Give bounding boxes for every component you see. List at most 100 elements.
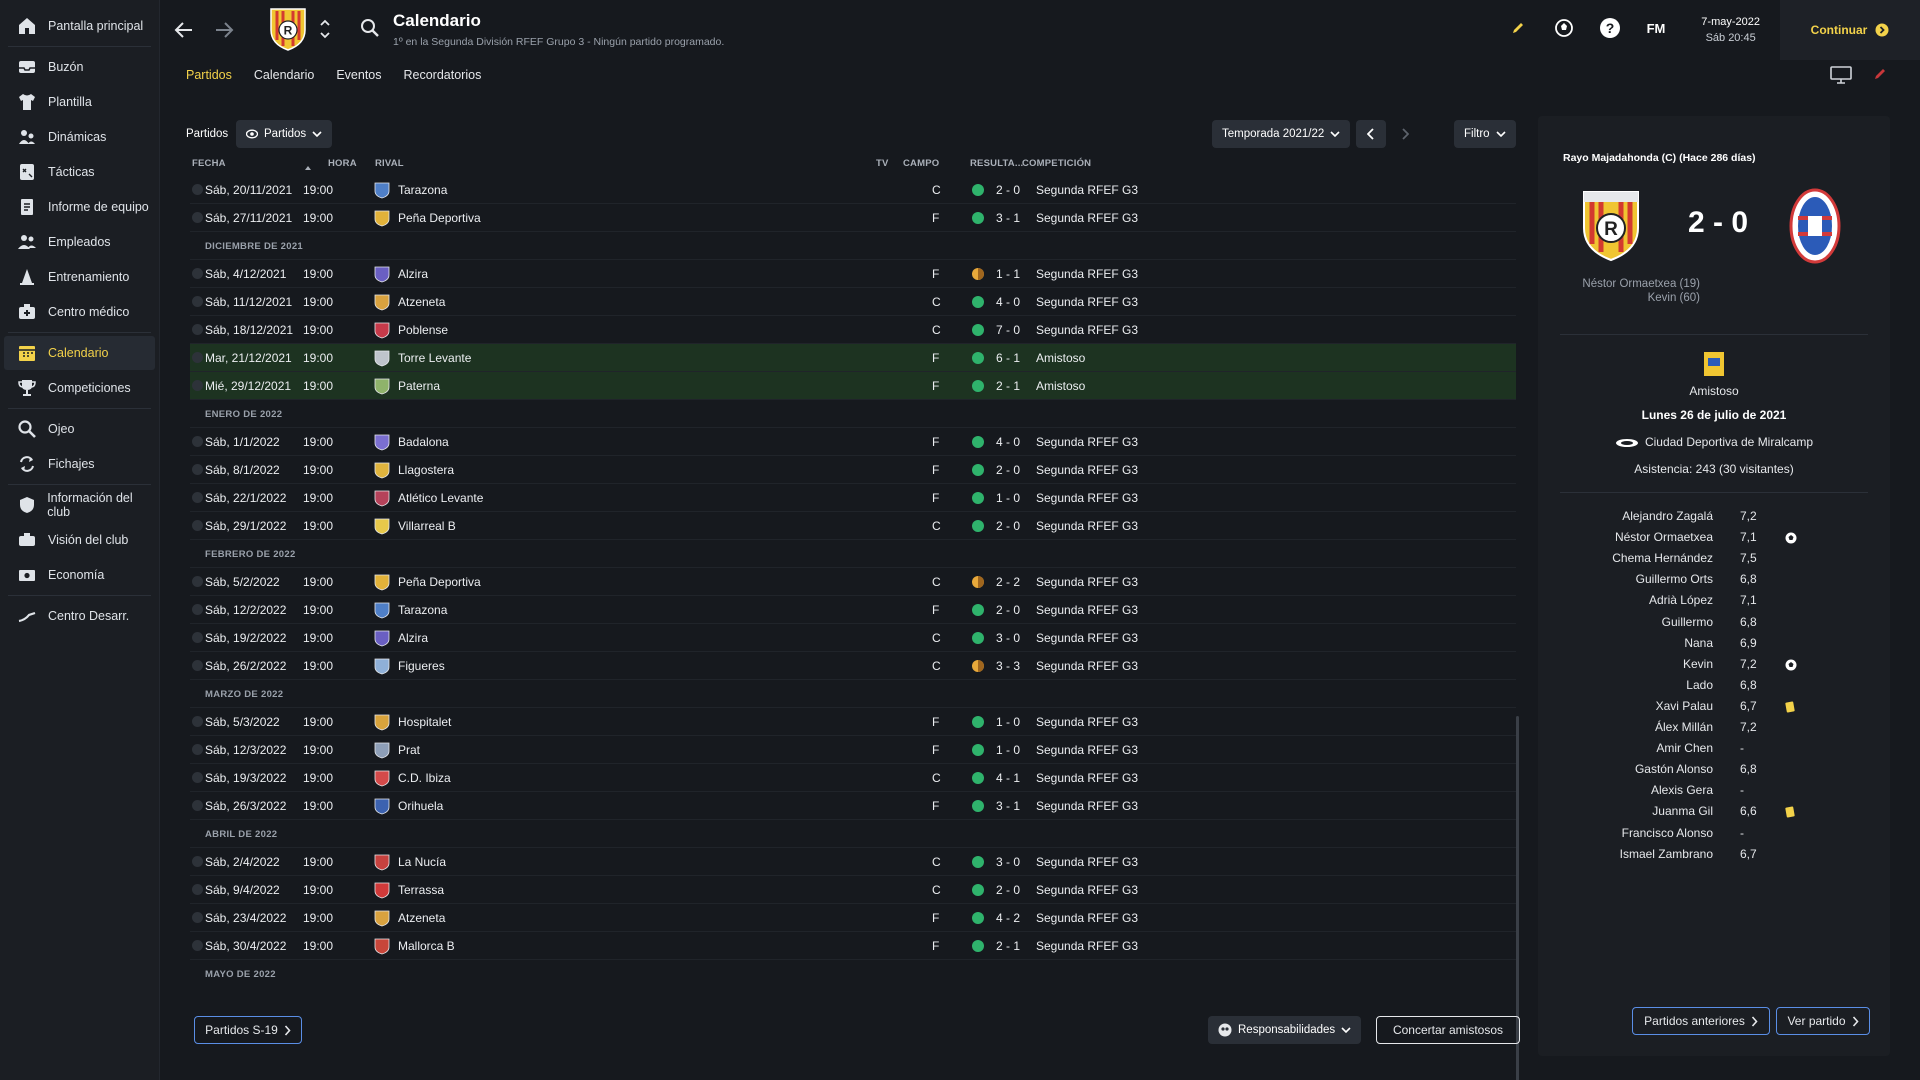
edit-pencil-icon[interactable] <box>1872 66 1888 85</box>
match-result[interactable]: 1 - 0 <box>996 484 1020 512</box>
match-result[interactable]: 2 - 1 <box>996 932 1020 960</box>
sidebar-item-centro-desarr-[interactable]: Centro Desarr. <box>4 599 155 633</box>
match-result[interactable]: 2 - 2 <box>996 568 1020 596</box>
sidebar-item-ojeo[interactable]: Ojeo <box>4 412 155 446</box>
match-competition[interactable]: Segunda RFEF G3 <box>1036 596 1138 624</box>
player-row[interactable]: Guillermo 6,8 <box>1538 615 1890 636</box>
match-result[interactable]: 1 - 1 <box>996 260 1020 288</box>
col-hora[interactable]: HORA <box>328 158 357 172</box>
match-competition[interactable]: Segunda RFEF G3 <box>1036 904 1138 932</box>
match-competition[interactable]: Segunda RFEF G3 <box>1036 876 1138 904</box>
table-row[interactable]: Sáb, 30/4/2022 19:00 Mallorca B F 2 - 1 Segun… <box>190 932 1516 960</box>
row-select-icon[interactable] <box>192 856 203 867</box>
row-select-icon[interactable] <box>192 352 203 363</box>
player-row[interactable]: Francisco Alonso - <box>1538 826 1890 847</box>
arrange-friendlies-button[interactable]: Concertar amistosos <box>1376 1016 1520 1044</box>
match-result[interactable]: 3 - 0 <box>996 624 1020 652</box>
rival-name[interactable]: Paterna <box>398 372 440 400</box>
sidebar-item-buzón[interactable]: Buzón <box>4 50 155 84</box>
match-competition[interactable]: Segunda RFEF G3 <box>1036 568 1138 596</box>
back-arrow-icon[interactable] <box>170 16 198 44</box>
table-row[interactable]: Sáb, 26/2/2022 19:00 Figueres C 3 - 3 Segunda… <box>190 652 1516 680</box>
row-select-icon[interactable] <box>192 800 203 811</box>
filter-button[interactable]: Filtro <box>1454 120 1516 148</box>
rival-name[interactable]: La Nucía <box>398 848 446 876</box>
match-result[interactable]: 2 - 0 <box>996 176 1020 204</box>
rival-name[interactable]: Llagostera <box>398 456 454 484</box>
rival-name[interactable]: Alzira <box>398 260 428 288</box>
match-competition[interactable]: Segunda RFEF G3 <box>1036 764 1138 792</box>
rival-name[interactable]: Figueres <box>398 652 445 680</box>
match-result[interactable]: 1 - 0 <box>996 708 1020 736</box>
match-competition[interactable]: Segunda RFEF G3 <box>1036 288 1138 316</box>
tab-eventos[interactable]: Eventos <box>325 68 392 90</box>
table-row[interactable]: Sáb, 5/3/2022 19:00 Hospitalet F 1 - 0 Segund… <box>190 708 1516 736</box>
match-result[interactable]: 2 - 0 <box>996 456 1020 484</box>
match-competition[interactable]: Segunda RFEF G3 <box>1036 512 1138 540</box>
row-select-icon[interactable] <box>192 576 203 587</box>
table-row[interactable]: Sáb, 12/3/2022 19:00 Prat F 1 - 0 Segunda RFE… <box>190 736 1516 764</box>
table-row[interactable]: Sáb, 1/1/2022 19:00 Badalona F 4 - 0 Segunda … <box>190 428 1516 456</box>
match-result[interactable]: 4 - 0 <box>996 428 1020 456</box>
sidebar-item-pantalla-principal[interactable]: Pantalla principal <box>4 9 155 43</box>
match-competition[interactable]: Segunda RFEF G3 <box>1036 428 1138 456</box>
match-competition[interactable]: Segunda RFEF G3 <box>1036 260 1138 288</box>
rival-name[interactable]: Tarazona <box>398 596 447 624</box>
player-row[interactable]: Alexis Gera - <box>1538 783 1890 804</box>
rival-name[interactable]: Prat <box>398 736 420 764</box>
player-row[interactable]: Chema Hernández 7,5 <box>1538 551 1890 572</box>
table-row[interactable]: Sáb, 12/2/2022 19:00 Tarazona F 2 - 0 Segunda… <box>190 596 1516 624</box>
sidebar-item-visión-del-club[interactable]: Visión del club <box>4 523 155 557</box>
row-select-icon[interactable] <box>192 268 203 279</box>
player-row[interactable]: Kevin 7,2 <box>1538 657 1890 678</box>
rival-name[interactable]: Atzeneta <box>398 904 445 932</box>
sidebar-item-economía[interactable]: Economía <box>4 558 155 592</box>
table-row[interactable]: Sáb, 5/2/2022 19:00 Peña Deportiva C 2 - 2 Se… <box>190 568 1516 596</box>
player-row[interactable]: Gastón Alonso 6,8 <box>1538 762 1890 783</box>
col-fecha[interactable]: FECHA <box>192 158 226 172</box>
match-competition[interactable]: Segunda RFEF G3 <box>1036 652 1138 680</box>
table-row[interactable]: Sáb, 18/12/2021 19:00 Poblense C 7 - 0 Segund… <box>190 316 1516 344</box>
away-crest-icon[interactable] <box>1788 188 1842 264</box>
match-result[interactable]: 3 - 1 <box>996 204 1020 232</box>
rival-name[interactable]: Torre Levante <box>398 344 471 372</box>
col-resultado[interactable]: RESULTA... <box>970 158 1023 172</box>
prev-season-button[interactable] <box>1356 120 1386 148</box>
match-result[interactable]: 3 - 0 <box>996 848 1020 876</box>
table-row[interactable]: Sáb, 23/4/2022 19:00 Atzeneta F 4 - 2 Segunda… <box>190 904 1516 932</box>
table-row[interactable]: Sáb, 22/1/2022 19:00 Atlético Levante F 1 - … <box>190 484 1516 512</box>
table-row[interactable]: Sáb, 29/1/2022 19:00 Villarreal B C 2 - 0 Seg… <box>190 512 1516 540</box>
table-row[interactable]: Mié, 29/12/2021 19:00 Paterna F 2 - 1 Amistos… <box>190 372 1516 400</box>
rival-name[interactable]: Badalona <box>398 428 449 456</box>
player-row[interactable]: Adrià López 7,1 <box>1538 593 1890 614</box>
player-row[interactable]: Lado 6,8 <box>1538 678 1890 699</box>
player-row[interactable]: Guillermo Orts 6,8 <box>1538 572 1890 593</box>
table-row[interactable]: Sáb, 19/2/2022 19:00 Alzira C 3 - 0 Segunda R… <box>190 624 1516 652</box>
tab-recordatorios[interactable]: Recordatorios <box>393 68 493 90</box>
sidebar-item-entrenamiento[interactable]: Entrenamiento <box>4 260 155 294</box>
row-select-icon[interactable] <box>192 912 203 923</box>
match-competition[interactable]: Segunda RFEF G3 <box>1036 316 1138 344</box>
row-select-icon[interactable] <box>192 716 203 727</box>
rival-name[interactable]: Terrassa <box>398 876 444 904</box>
switch-club-chevrons-icon[interactable] <box>318 14 332 44</box>
search-icon[interactable] <box>360 18 380 41</box>
player-row[interactable]: Amir Chen - <box>1538 741 1890 762</box>
continue-button[interactable]: Continuar <box>1780 0 1920 60</box>
sidebar-item-centro-médico[interactable]: Centro médico <box>4 295 155 329</box>
row-select-icon[interactable] <box>192 492 203 503</box>
view-dropdown[interactable]: Partidos <box>236 120 333 148</box>
row-select-icon[interactable] <box>192 604 203 615</box>
match-competition[interactable]: Amistoso <box>1036 372 1085 400</box>
match-result[interactable]: 7 - 0 <box>996 316 1020 344</box>
sidebar-item-tácticas[interactable]: Tácticas <box>4 155 155 189</box>
sidebar-item-competiciones[interactable]: Competiciones <box>4 371 155 405</box>
sidebar-item-plantilla[interactable]: Plantilla <box>4 85 155 119</box>
previous-matches-button[interactable]: Partidos anteriores <box>1632 1007 1770 1035</box>
match-competition[interactable]: Segunda RFEF G3 <box>1036 176 1138 204</box>
rival-name[interactable]: Hospitalet <box>398 708 451 736</box>
row-select-icon[interactable] <box>192 772 203 783</box>
row-select-icon[interactable] <box>192 464 203 475</box>
player-row[interactable]: Alejandro Zagalá 7,2 <box>1538 509 1890 530</box>
sidebar-item-información-del-club[interactable]: Información del club <box>4 488 155 522</box>
